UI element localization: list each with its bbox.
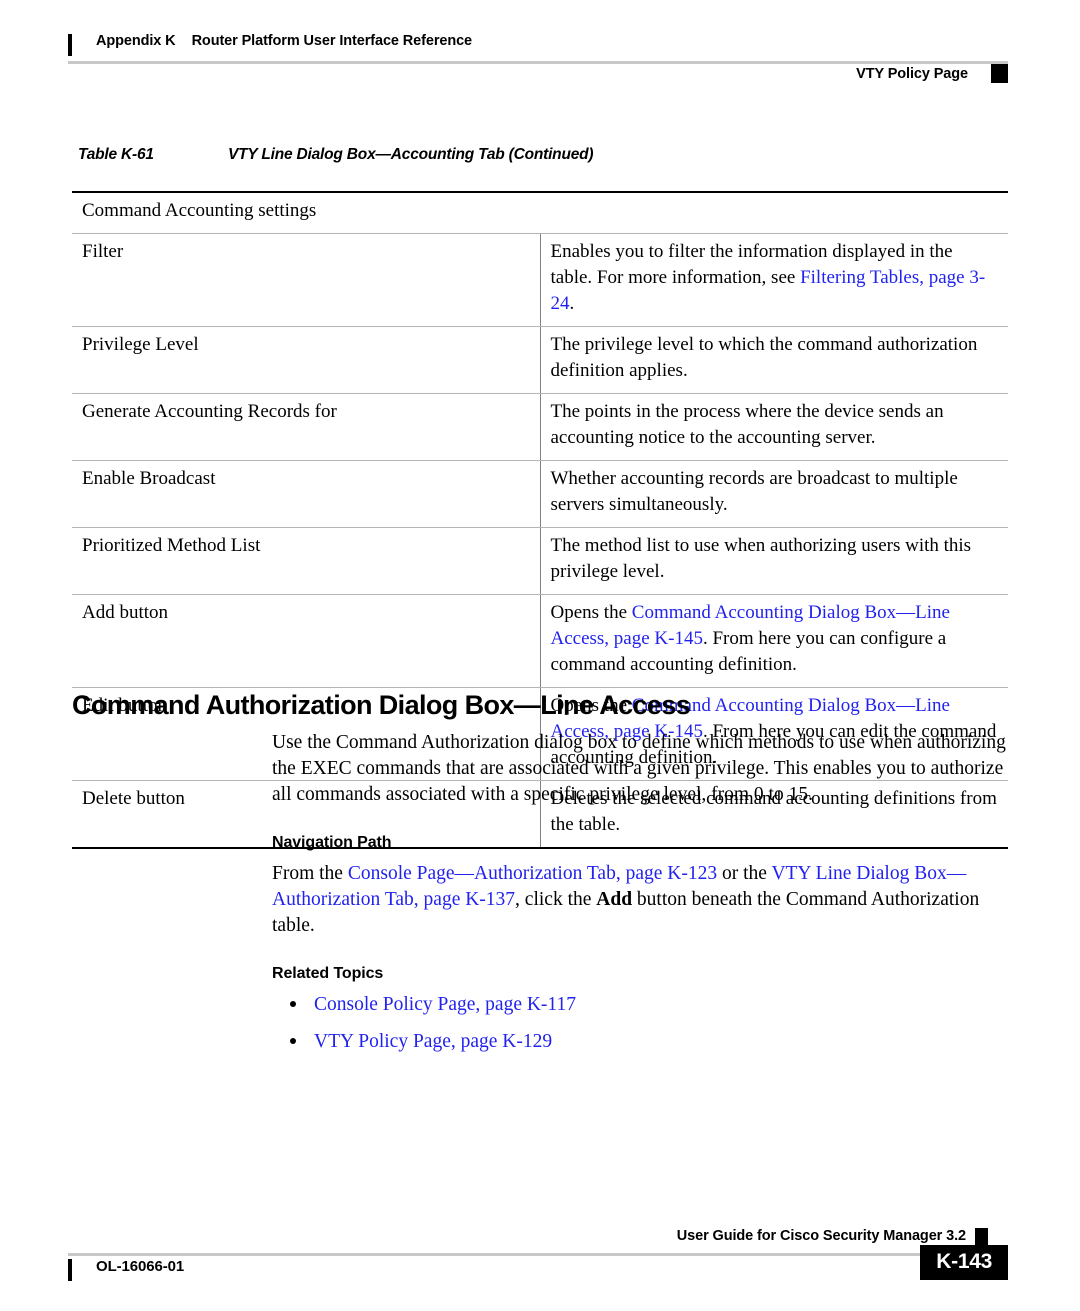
navigation-path-paragraph: From the Console Page—Authorization Tab,…	[272, 861, 1008, 939]
table-caption-title: VTY Line Dialog Box—Accounting Tab (Cont…	[228, 146, 594, 163]
cross-reference-link[interactable]: Console Policy Page, page K-117	[314, 994, 576, 1015]
header-tab-marker-square	[991, 64, 1008, 83]
table-section-row: Command Accounting settings	[72, 191, 1008, 234]
related-topics-list: Console Policy Page, page K-117 VTY Poli…	[272, 992, 1008, 1055]
table-cell-description: The method list to use when authorizing …	[540, 527, 1008, 595]
nav-text-3: , click the	[515, 889, 597, 910]
table-cell-description: Enables you to filter the information di…	[540, 233, 1008, 327]
table-section-label: Command Accounting settings	[72, 191, 1008, 234]
section-body: Use the Command Authorization dialog box…	[272, 730, 1008, 1066]
header-edge-tick-mark	[68, 34, 72, 56]
table-cell-label: Privilege Level	[72, 326, 541, 394]
nav-text-1: From the	[272, 863, 348, 884]
footer-tab-marker-square	[975, 1228, 988, 1245]
table-row: Add button Opens the Command Accounting …	[72, 594, 1008, 688]
table-cell-label: Generate Accounting Records for	[72, 393, 541, 461]
header-appendix-label: Appendix K	[96, 33, 176, 49]
header-rule-line	[68, 61, 1008, 64]
document-page: Appendix K Router Platform User Interface…	[0, 0, 1080, 1311]
related-topics-heading: Related Topics	[272, 965, 384, 982]
table-cell-label: Filter	[72, 233, 541, 327]
table-cell-label: Enable Broadcast	[72, 460, 541, 528]
footer-guide-title: User Guide for Cisco Security Manager 3.…	[676, 1228, 966, 1244]
description-text-tail: .	[569, 293, 575, 314]
navigation-path-heading: Navigation Path	[272, 834, 392, 851]
nav-text-2: or the	[717, 863, 772, 884]
page-footer: User Guide for Cisco Security Manager 3.…	[68, 1228, 1008, 1288]
add-button-reference: Add	[596, 889, 633, 910]
list-item: VTY Policy Page, page K-129	[272, 1029, 1008, 1055]
table-row: Privilege Level The privilege level to w…	[72, 326, 1008, 394]
description-text: Opens the	[550, 602, 632, 623]
table-row: Prioritized Method List The method list …	[72, 527, 1008, 595]
header-running-head-right: VTY Policy Page	[856, 66, 968, 82]
bullet-dot-icon	[290, 1038, 296, 1044]
table-row: Filter Enables you to filter the informa…	[72, 233, 1008, 327]
footer-edge-tick-mark	[68, 1259, 72, 1281]
page-number-badge: K-143	[920, 1245, 1008, 1280]
table-caption-number: Table K-61	[78, 146, 154, 163]
table-cell-description: Opens the Command Accounting Dialog Box—…	[540, 594, 1008, 688]
table-cell-label: Add button	[72, 594, 541, 688]
cross-reference-link[interactable]: Console Page—Authorization Tab, page K-1…	[348, 863, 717, 884]
table-cell-label: Prioritized Method List	[72, 527, 541, 595]
cross-reference-link[interactable]: VTY Policy Page, page K-129	[314, 1031, 552, 1052]
table-row: Enable Broadcast Whether accounting reco…	[72, 460, 1008, 528]
bullet-dot-icon	[290, 1001, 296, 1007]
table-cell-description: Whether accounting records are broadcast…	[540, 460, 1008, 528]
table-caption: Table K-61 VTY Line Dialog Box—Accounting…	[78, 146, 1008, 164]
list-item: Console Policy Page, page K-117	[272, 992, 1008, 1018]
table-row: Generate Accounting Records for The poin…	[72, 393, 1008, 461]
header-left-text: Appendix K Router Platform User Interface…	[96, 33, 472, 49]
page-title: Command Authorization Dialog Box—Line Ac…	[72, 690, 691, 721]
running-header: Appendix K Router Platform User Interface…	[68, 30, 1008, 88]
table-cell-description: The privilege level to which the command…	[540, 326, 1008, 394]
header-chapter-title: Router Platform User Interface Reference	[191, 33, 473, 49]
section-intro-paragraph: Use the Command Authorization dialog box…	[272, 732, 1006, 805]
footer-rule-line	[68, 1253, 1008, 1256]
footer-document-id: OL-16066-01	[96, 1258, 185, 1275]
table-cell-description: The points in the process where the devi…	[540, 393, 1008, 461]
